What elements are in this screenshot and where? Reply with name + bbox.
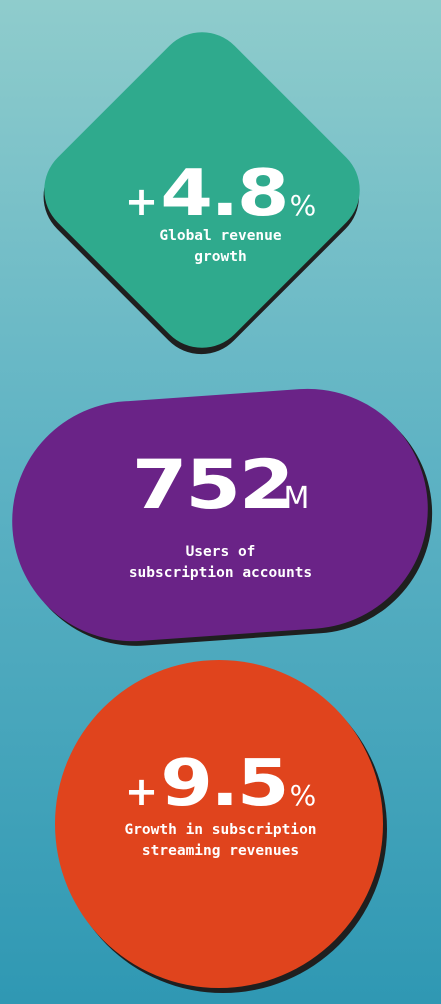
streaming-growth-prefix: + [124, 769, 159, 815]
streaming-growth-label: Growth in subscription streaming revenue… [0, 820, 441, 862]
streaming-growth-suffix: % [289, 779, 317, 812]
streaming-growth-label-line-1: Growth in subscription [124, 822, 317, 838]
streaming-growth-label-line-2: streaming revenues [141, 843, 300, 859]
streaming-growth-value: + 9.5 % [0, 752, 441, 816]
streaming-growth-number: 9.5 [160, 747, 290, 821]
streaming-growth-stat: + 9.5 % Growth in subscription streaming… [0, 0, 441, 1004]
